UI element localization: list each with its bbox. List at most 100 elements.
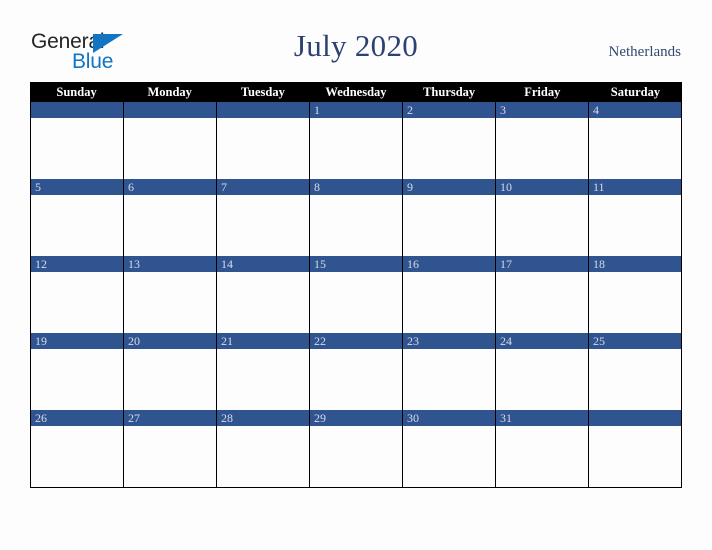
weekday-header-row: Sunday Monday Tuesday Wednesday Thursday… bbox=[30, 82, 682, 102]
day-number: 13 bbox=[124, 256, 216, 272]
day-cell[interactable]: 10 bbox=[496, 179, 589, 256]
day-cell[interactable]: 13 bbox=[124, 256, 217, 333]
day-number: 24 bbox=[496, 333, 588, 349]
day-note-area[interactable] bbox=[124, 426, 216, 487]
day-note-area[interactable] bbox=[310, 195, 402, 256]
day-number: 23 bbox=[403, 333, 495, 349]
day-number: 19 bbox=[31, 333, 123, 349]
day-note-area[interactable] bbox=[217, 118, 309, 179]
week-row: 12 13 14 15 16 17 18 bbox=[30, 256, 682, 333]
day-cell[interactable]: 29 bbox=[310, 410, 403, 487]
day-note-area[interactable] bbox=[403, 195, 495, 256]
day-cell[interactable]: 5 bbox=[31, 179, 124, 256]
day-note-area[interactable] bbox=[124, 349, 216, 410]
day-number: 4 bbox=[589, 102, 681, 118]
day-note-area[interactable] bbox=[589, 349, 681, 410]
day-note-area[interactable] bbox=[124, 118, 216, 179]
day-note-area[interactable] bbox=[31, 118, 123, 179]
day-note-area[interactable] bbox=[496, 349, 588, 410]
day-cell[interactable]: 30 bbox=[403, 410, 496, 487]
day-note-area[interactable] bbox=[31, 195, 123, 256]
day-note-area[interactable] bbox=[496, 272, 588, 333]
page-header: General Blue July 2020 Netherlands bbox=[0, 0, 712, 82]
day-number: 14 bbox=[217, 256, 309, 272]
day-note-area[interactable] bbox=[589, 195, 681, 256]
day-note-area[interactable] bbox=[310, 118, 402, 179]
day-note-area[interactable] bbox=[589, 272, 681, 333]
day-number bbox=[31, 102, 123, 118]
day-note-area[interactable] bbox=[496, 426, 588, 487]
day-number bbox=[589, 410, 681, 426]
day-note-area[interactable] bbox=[124, 272, 216, 333]
day-note-area[interactable] bbox=[403, 272, 495, 333]
day-cell[interactable] bbox=[124, 102, 217, 179]
day-cell[interactable]: 2 bbox=[403, 102, 496, 179]
day-cell[interactable]: 3 bbox=[496, 102, 589, 179]
day-note-area[interactable] bbox=[217, 272, 309, 333]
day-cell[interactable]: 25 bbox=[589, 333, 682, 410]
day-cell[interactable]: 14 bbox=[217, 256, 310, 333]
day-number: 8 bbox=[310, 179, 402, 195]
day-cell[interactable]: 21 bbox=[217, 333, 310, 410]
day-cell[interactable]: 27 bbox=[124, 410, 217, 487]
day-note-area[interactable] bbox=[589, 118, 681, 179]
day-cell[interactable]: 6 bbox=[124, 179, 217, 256]
day-cell[interactable] bbox=[31, 102, 124, 179]
day-number: 10 bbox=[496, 179, 588, 195]
day-note-area[interactable] bbox=[403, 426, 495, 487]
day-cell[interactable]: 12 bbox=[31, 256, 124, 333]
day-note-area[interactable] bbox=[496, 118, 588, 179]
day-number: 28 bbox=[217, 410, 309, 426]
day-note-area[interactable] bbox=[310, 272, 402, 333]
day-number: 25 bbox=[589, 333, 681, 349]
day-cell[interactable]: 4 bbox=[589, 102, 682, 179]
day-number: 17 bbox=[496, 256, 588, 272]
day-number: 15 bbox=[310, 256, 402, 272]
day-note-area[interactable] bbox=[310, 349, 402, 410]
day-cell[interactable]: 7 bbox=[217, 179, 310, 256]
day-cell[interactable] bbox=[217, 102, 310, 179]
weekday-header-saturday: Saturday bbox=[610, 84, 661, 99]
day-cell[interactable]: 28 bbox=[217, 410, 310, 487]
day-number: 18 bbox=[589, 256, 681, 272]
day-cell[interactable]: 18 bbox=[589, 256, 682, 333]
day-note-area[interactable] bbox=[403, 349, 495, 410]
day-note-area[interactable] bbox=[217, 426, 309, 487]
day-number: 22 bbox=[310, 333, 402, 349]
day-note-area[interactable] bbox=[403, 118, 495, 179]
week-row: 1 2 3 4 bbox=[30, 102, 682, 179]
day-number: 1 bbox=[310, 102, 402, 118]
day-note-area[interactable] bbox=[589, 426, 681, 487]
day-cell[interactable]: 23 bbox=[403, 333, 496, 410]
day-cell[interactable]: 8 bbox=[310, 179, 403, 256]
day-cell[interactable]: 31 bbox=[496, 410, 589, 487]
day-note-area[interactable] bbox=[310, 426, 402, 487]
day-note-area[interactable] bbox=[217, 195, 309, 256]
day-note-area[interactable] bbox=[124, 195, 216, 256]
day-cell[interactable]: 22 bbox=[310, 333, 403, 410]
day-cell[interactable]: 24 bbox=[496, 333, 589, 410]
day-cell[interactable]: 19 bbox=[31, 333, 124, 410]
weekday-header-sunday: Sunday bbox=[56, 84, 97, 99]
day-cell[interactable]: 11 bbox=[589, 179, 682, 256]
day-cell[interactable]: 26 bbox=[31, 410, 124, 487]
day-note-area[interactable] bbox=[31, 426, 123, 487]
day-cell[interactable]: 20 bbox=[124, 333, 217, 410]
day-cell[interactable]: 16 bbox=[403, 256, 496, 333]
page-title: July 2020 bbox=[293, 28, 419, 63]
day-number: 3 bbox=[496, 102, 588, 118]
day-number: 7 bbox=[217, 179, 309, 195]
day-note-area[interactable] bbox=[496, 195, 588, 256]
day-note-area[interactable] bbox=[217, 349, 309, 410]
day-cell[interactable] bbox=[589, 410, 682, 487]
day-cell[interactable]: 9 bbox=[403, 179, 496, 256]
day-note-area[interactable] bbox=[31, 349, 123, 410]
day-number: 6 bbox=[124, 179, 216, 195]
day-number: 26 bbox=[31, 410, 123, 426]
day-cell[interactable]: 15 bbox=[310, 256, 403, 333]
day-cell[interactable]: 17 bbox=[496, 256, 589, 333]
day-note-area[interactable] bbox=[31, 272, 123, 333]
day-cell[interactable]: 1 bbox=[310, 102, 403, 179]
day-number: 9 bbox=[403, 179, 495, 195]
day-number: 5 bbox=[31, 179, 123, 195]
